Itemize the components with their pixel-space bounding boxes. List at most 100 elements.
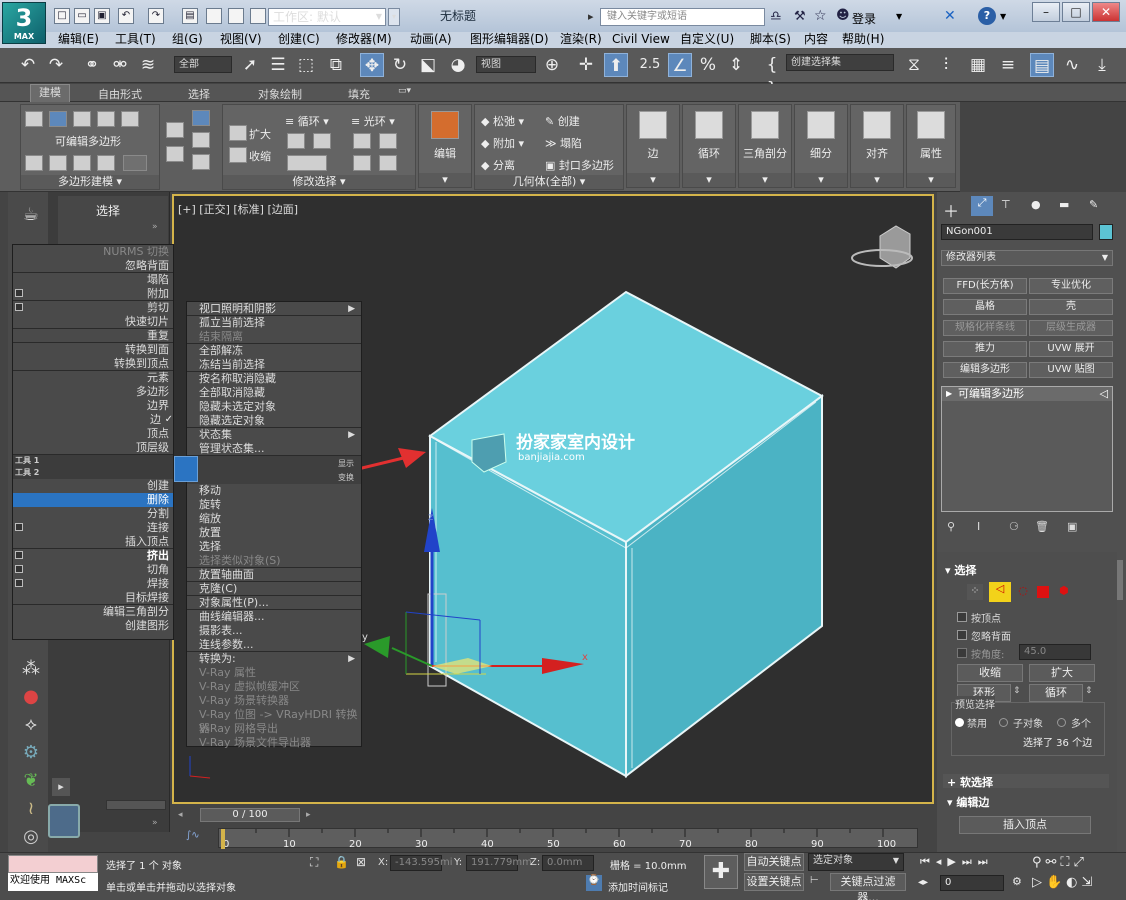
quad-right-item[interactable]: 选择类似对象(S) bbox=[187, 554, 361, 568]
quad-right-item[interactable]: V-Ray 场景转换器 bbox=[187, 694, 361, 708]
tab-selection[interactable]: 选择 bbox=[188, 86, 210, 102]
close-button[interactable]: ✕ bbox=[1092, 2, 1120, 22]
percent-snap-icon[interactable]: % bbox=[696, 53, 720, 77]
time-slider[interactable]: 0 / 100 bbox=[200, 808, 300, 822]
insert-vertex-button[interactable]: 插入顶点 bbox=[959, 816, 1091, 834]
grow-button[interactable]: 扩大 bbox=[249, 126, 271, 142]
maxscript-input[interactable]: 欢迎使用 MAXSc bbox=[8, 873, 98, 891]
expand-chevron-icon[interactable]: » bbox=[152, 222, 158, 232]
ring-mode-icon-1[interactable] bbox=[353, 155, 371, 171]
communication-icon[interactable]: ⚒ bbox=[794, 9, 806, 24]
select-place-icon[interactable]: ◕ bbox=[446, 53, 470, 77]
panel-footer[interactable]: ▾ bbox=[419, 173, 471, 187]
edges-button[interactable]: 边 ▾ bbox=[626, 104, 680, 188]
quad-left-item[interactable]: 创建图形 bbox=[13, 619, 173, 633]
panel-footer[interactable]: 几何体(全部) ▾ bbox=[475, 175, 623, 189]
quad-right-item[interactable]: 选择 bbox=[187, 540, 361, 554]
quad-left-item[interactable]: 附加 bbox=[13, 287, 173, 301]
time-tag-icon[interactable]: ⌚ bbox=[586, 875, 602, 891]
selection-lock-icon[interactable]: 🔒 bbox=[334, 855, 349, 869]
element-mode-icon[interactable] bbox=[121, 111, 139, 127]
create-button[interactable]: ✎ 创建 bbox=[545, 113, 580, 129]
ignore-backfacing-checkbox[interactable] bbox=[957, 630, 967, 640]
link-icon[interactable]: ⚭ bbox=[80, 53, 104, 77]
select-by-name-icon[interactable]: ☰ bbox=[266, 53, 290, 77]
quad-left-item[interactable]: 分割 bbox=[13, 507, 173, 521]
cloth-icon[interactable]: ⟡ bbox=[18, 714, 44, 736]
exchange-x-icon[interactable]: ✕ bbox=[944, 8, 956, 24]
loop-button[interactable]: ≡ 循环 ▾ bbox=[285, 113, 329, 129]
loop-shrink-icon[interactable] bbox=[313, 133, 331, 149]
preview-icon[interactable] bbox=[73, 155, 91, 171]
panel-footer[interactable]: ▾ bbox=[683, 173, 735, 187]
option-box-icon[interactable] bbox=[15, 565, 23, 573]
current-frame-field[interactable]: 0 bbox=[940, 875, 1004, 891]
quad-left-item[interactable]: 切角 bbox=[13, 563, 173, 577]
quad-left-item[interactable]: 焊接 bbox=[13, 577, 173, 591]
minimize-button[interactable]: – bbox=[1032, 2, 1060, 22]
spinner-snap-icon[interactable]: ⇕ bbox=[724, 53, 748, 77]
named-selection-sets-dropdown[interactable]: 创建选择集 bbox=[786, 54, 894, 71]
teapot-icon[interactable]: ☕ bbox=[18, 204, 44, 226]
show-end-result-icon[interactable]: Ⅰ bbox=[977, 520, 980, 533]
quad-right-item[interactable]: V-Ray 位图 -> VRayHDRI 转换器 bbox=[187, 708, 361, 735]
modifier-button[interactable]: 规格化样条线 bbox=[943, 320, 1027, 336]
menu-views[interactable]: 视图(V) bbox=[220, 32, 262, 47]
subdivide-button[interactable]: 细分 ▾ bbox=[794, 104, 848, 188]
viewport-thumbnail-icon[interactable] bbox=[48, 804, 80, 838]
tab-object-paint[interactable]: 对象绘制 bbox=[258, 86, 302, 102]
modify-mode-icon[interactable] bbox=[25, 155, 43, 171]
quad-right-item[interactable]: 曲线编辑器... bbox=[187, 610, 361, 624]
user-icon[interactable]: ☻ bbox=[836, 8, 850, 23]
pivot-center-icon[interactable]: ⊕ bbox=[540, 53, 564, 77]
search-input[interactable]: 键入关键字或短语 bbox=[600, 8, 765, 26]
loop-spinner-icon[interactable]: ⇕ bbox=[1085, 686, 1093, 696]
loop-grow-icon[interactable] bbox=[287, 133, 305, 149]
pivot-icon[interactable] bbox=[192, 132, 210, 148]
ring-grow-icon[interactable] bbox=[353, 133, 371, 149]
quad-left-item[interactable]: 目标焊接 bbox=[13, 591, 173, 605]
select-object-icon[interactable]: ➚ bbox=[238, 53, 262, 77]
search-arrow-icon[interactable]: ▸ bbox=[588, 10, 596, 24]
undo-icon[interactable]: ↶ bbox=[118, 8, 134, 24]
menu-tools[interactable]: 工具(T) bbox=[115, 32, 156, 47]
mini-curve-icon[interactable]: ∫∿ bbox=[186, 830, 200, 841]
by-angle-checkbox[interactable] bbox=[957, 648, 967, 658]
edit-button[interactable]: 编辑 ▾ bbox=[418, 104, 472, 188]
quad-left-item[interactable]: 创建 bbox=[13, 479, 173, 493]
panel-footer[interactable]: ▾ bbox=[851, 173, 903, 187]
tris-button[interactable]: 三角剖分 ▾ bbox=[738, 104, 792, 188]
generate-icon[interactable] bbox=[97, 155, 115, 171]
polygon-mode-icon[interactable] bbox=[97, 111, 115, 127]
quad-right-item[interactable]: V-Ray 网格导出 bbox=[187, 722, 361, 736]
save-file-icon[interactable]: ▣ bbox=[94, 8, 110, 24]
key-mode-toggle-icon[interactable]: ◂▸ bbox=[918, 877, 928, 888]
panel-footer[interactable]: ▾ bbox=[627, 173, 679, 187]
modifier-list-dropdown[interactable]: 修改器列表 ▼ bbox=[941, 250, 1113, 266]
angle-snap-icon[interactable]: ∠ bbox=[668, 53, 692, 77]
quad-right-item[interactable]: 冻结当前选择 bbox=[187, 358, 361, 372]
quad-left-item[interactable]: 插入顶点 bbox=[13, 535, 173, 549]
ignore-backface-icon[interactable] bbox=[192, 110, 210, 126]
motion-tab-icon[interactable]: ● bbox=[1031, 198, 1041, 211]
menu-scripting[interactable]: 脚本(S) bbox=[750, 32, 791, 47]
quad-right-item[interactable]: 全部解冻 bbox=[187, 344, 361, 358]
dynamics-icon[interactable]: ● bbox=[18, 686, 44, 708]
select-manipulate-icon[interactable]: ✛ bbox=[574, 53, 598, 77]
menu-create[interactable]: 创建(C) bbox=[278, 32, 320, 47]
vertex-mode-icon[interactable] bbox=[25, 111, 43, 127]
y-coord-field[interactable]: 191.779mm bbox=[466, 855, 532, 871]
add-time-tag[interactable]: 添加时间标记 bbox=[608, 879, 668, 894]
quad-left-item[interactable]: 剪切 bbox=[13, 301, 173, 315]
modifier-button[interactable]: FFD(长方体) bbox=[943, 278, 1027, 294]
set-key-button[interactable]: 设置关键点 bbox=[744, 873, 804, 891]
align-icon[interactable]: ⫶ bbox=[934, 53, 958, 77]
new-file-icon[interactable]: □ bbox=[54, 8, 70, 24]
option-box-icon[interactable] bbox=[15, 523, 23, 531]
rollout-header[interactable]: ▾ 选择 bbox=[945, 562, 976, 578]
checkbox-icon-3[interactable] bbox=[250, 8, 266, 24]
use-stack-icon[interactable] bbox=[49, 155, 67, 171]
x-coord-field[interactable]: -143.595mi bbox=[390, 855, 452, 871]
absolute-mode-icon[interactable]: ⊠ bbox=[356, 855, 366, 869]
object-color-swatch[interactable] bbox=[1099, 224, 1113, 240]
